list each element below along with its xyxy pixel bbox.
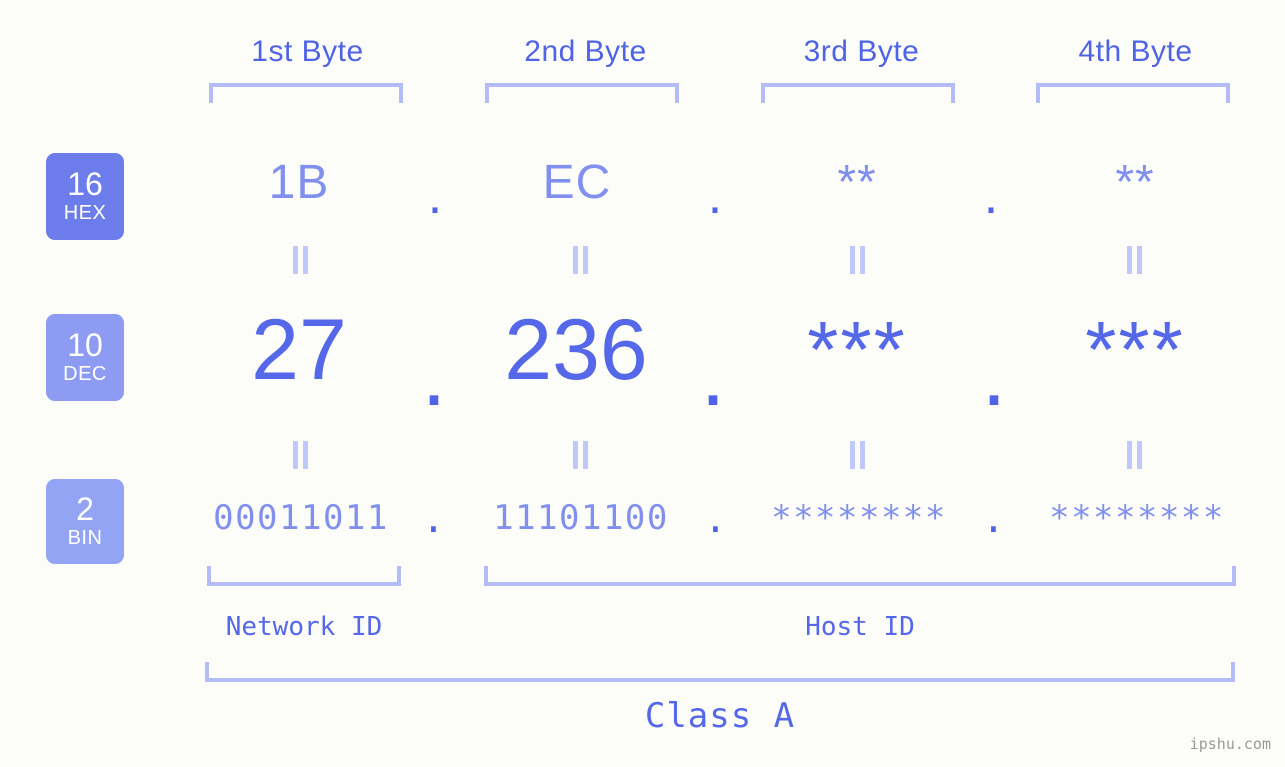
byte-bracket-2 <box>485 83 679 103</box>
hex-byte-3: ** <box>837 156 877 209</box>
host-id-bracket <box>484 566 1236 586</box>
hex-separator-2: . <box>707 167 723 225</box>
network-id-bracket <box>207 566 401 586</box>
hex-byte-4: ** <box>1115 156 1155 209</box>
dec-separator-3: . <box>981 325 1007 425</box>
base-badge-hex-name: HEX <box>63 202 107 224</box>
equals-connector-dec-bin-2 <box>568 441 594 469</box>
base-badge-dec: 10 DEC <box>46 314 124 401</box>
base-badge-bin-number: 2 <box>76 491 94 527</box>
hex-separator-1: . <box>427 167 443 225</box>
hex-separator-3: . <box>983 167 999 225</box>
dec-byte-3: *** <box>807 305 907 394</box>
bin-byte-4: ******** <box>1049 498 1225 538</box>
dec-separator-2: . <box>700 325 726 425</box>
equals-connector-hex-dec-2 <box>568 246 594 274</box>
base-badge-bin: 2 BIN <box>46 479 124 564</box>
byte-header-4: 4th Byte <box>1078 35 1193 68</box>
equals-connector-hex-dec-1 <box>288 246 314 274</box>
dec-byte-4: *** <box>1085 305 1185 394</box>
dec-separator-1: . <box>421 325 447 425</box>
ip-breakdown-diagram: 1st Byte 2nd Byte 3rd Byte 4th Byte 16 H… <box>0 0 1285 767</box>
base-badge-dec-name: DEC <box>63 363 107 385</box>
bin-byte-1: 00011011 <box>213 498 389 538</box>
bin-separator-1: . <box>422 497 445 541</box>
bin-byte-3: ******** <box>771 498 947 538</box>
equals-connector-hex-dec-4 <box>1122 246 1148 274</box>
bin-separator-2: . <box>704 497 727 541</box>
host-id-label: Host ID <box>805 612 915 642</box>
class-bracket <box>205 662 1235 682</box>
base-badge-bin-name: BIN <box>67 527 103 549</box>
equals-connector-dec-bin-4 <box>1122 441 1148 469</box>
equals-connector-hex-dec-3 <box>845 246 871 274</box>
equals-connector-dec-bin-1 <box>288 441 314 469</box>
class-label: Class A <box>644 696 796 736</box>
equals-connector-dec-bin-3 <box>845 441 871 469</box>
byte-header-2: 2nd Byte <box>524 35 647 68</box>
byte-bracket-3 <box>761 83 955 103</box>
dec-byte-1: 27 <box>251 302 347 398</box>
base-badge-dec-number: 10 <box>67 327 103 363</box>
byte-header-3: 3rd Byte <box>803 35 920 68</box>
hex-byte-1: 1B <box>268 156 330 209</box>
byte-bracket-1 <box>209 83 403 103</box>
base-badge-hex-number: 16 <box>67 166 103 202</box>
base-badge-hex: 16 HEX <box>46 153 124 240</box>
bin-separator-3: . <box>982 497 1005 541</box>
hex-byte-2: EC <box>542 156 612 209</box>
bin-byte-2: 11101100 <box>493 498 669 538</box>
network-id-label: Network ID <box>225 612 383 642</box>
site-watermark: ipshu.com <box>1189 735 1271 753</box>
byte-header-1: 1st Byte <box>251 35 364 68</box>
dec-byte-2: 236 <box>504 302 648 398</box>
byte-bracket-4 <box>1036 83 1230 103</box>
